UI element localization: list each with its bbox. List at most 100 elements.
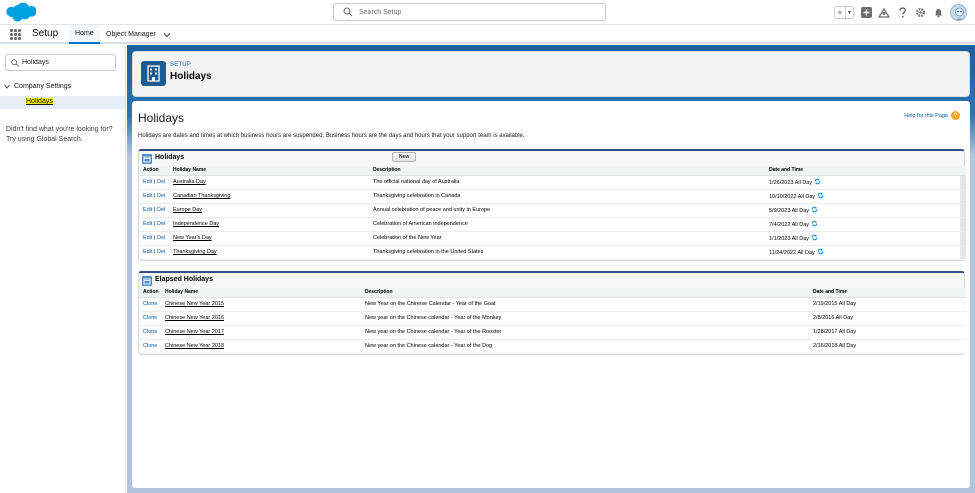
recurring-sync-icon (811, 206, 818, 213)
date-cell: 1/26/2023 All Day (765, 175, 960, 190)
avatar[interactable] (950, 4, 967, 21)
app-name: Setup (32, 28, 59, 39)
delete-link[interactable]: Del (157, 179, 165, 185)
holiday-name-link[interactable]: Chinese New Year 2016 (165, 315, 224, 321)
clone-link[interactable]: Clone (143, 329, 157, 335)
favorites-group[interactable]: ★ ▼ (834, 6, 854, 19)
date-text: 10/10/2022 All Day (769, 194, 816, 200)
chevron-down-icon[interactable]: ▼ (845, 7, 853, 18)
action-separator: | (154, 207, 156, 213)
star-icon[interactable]: ★ (835, 7, 845, 18)
elapsed-holidays-table: Action Holiday Name Description Date and… (139, 288, 966, 354)
tab-home[interactable]: Home (69, 25, 100, 44)
column-header: Holiday Name (161, 288, 361, 298)
action-separator: | (154, 249, 156, 255)
holiday-name-link[interactable]: Independence Day (173, 221, 219, 227)
edit-link[interactable]: Edit (143, 207, 152, 213)
search-icon (11, 59, 19, 67)
holiday-name-link[interactable]: Chinese New Year 2018 (165, 343, 224, 349)
holiday-name-cell: Thanksgiving Day (169, 245, 369, 260)
edit-link[interactable]: Edit (143, 179, 152, 185)
holiday-name-link[interactable]: Canadian Thanksgiving (173, 193, 230, 199)
description-cell: The official national day of Australia (369, 175, 765, 190)
help-for-page-link[interactable]: Help for this Page (904, 113, 948, 119)
edit-link[interactable]: Edit (143, 193, 152, 199)
date-cell: 1/28/2017 All Day (809, 325, 966, 340)
holidays-table: Action Holiday Name Description Date and… (139, 166, 966, 260)
trailhead-icon[interactable] (878, 7, 890, 19)
quick-find-box[interactable] (5, 54, 116, 71)
date-text: 11/24/2022 All Day (769, 250, 815, 256)
quick-find-input[interactable] (22, 57, 114, 68)
table-header-row: Action Holiday Name Description Date and… (139, 288, 966, 298)
scrollbar-cell[interactable] (960, 189, 966, 204)
salesforce-cloud-logo[interactable] (6, 2, 36, 22)
edit-link[interactable]: Edit (143, 221, 152, 227)
bell-icon[interactable] (932, 7, 944, 19)
delete-link[interactable]: Del (157, 207, 165, 213)
action-cell: Edit | Del (139, 217, 169, 232)
scrollbar-cell[interactable] (960, 203, 966, 218)
chevron-down-icon[interactable] (163, 32, 171, 38)
edit-link[interactable]: Edit (143, 235, 152, 241)
delete-link[interactable]: Del (157, 221, 165, 227)
help-icon[interactable]: ? (951, 111, 960, 120)
scrollbar-cell[interactable] (960, 217, 966, 232)
holidays-related-list: Holidays New Action Holiday Name Descrip… (138, 149, 966, 261)
description-cell: Annual celebration of peace and unity in… (369, 203, 765, 218)
holiday-name-cell: Australia Day (169, 175, 369, 190)
action-cell: Edit | Del (139, 231, 169, 246)
action-cell: Clone (139, 339, 161, 354)
table-header-row: Action Holiday Name Description Date and… (139, 166, 966, 176)
add-icon[interactable] (860, 7, 872, 19)
table-row: Edit | Del New Year's Day Celebration of t… (139, 231, 966, 246)
table-row: Edit | Del Independence Day Celebration of… (139, 217, 966, 232)
clone-link[interactable]: Clone (143, 301, 157, 307)
scrollbar-cell[interactable] (960, 175, 966, 190)
holiday-name-cell: Chinese New Year 2018 (161, 339, 361, 354)
holiday-name-link[interactable]: Chinese New Year 2015 (165, 301, 224, 307)
holiday-name-link[interactable]: New Year's Day (173, 235, 212, 241)
help-icon[interactable] (896, 7, 908, 19)
scrollbar-cell[interactable] (960, 231, 966, 246)
gear-icon[interactable] (914, 7, 926, 19)
calendar-icon (142, 276, 152, 286)
action-separator: | (154, 221, 156, 227)
app-launcher-icon[interactable] (10, 29, 21, 40)
description-cell: Thanksgiving celebration in the United S… (369, 245, 765, 260)
tree-item-holidays-link[interactable]: Holidays (26, 98, 53, 105)
delete-link[interactable]: Del (157, 235, 165, 241)
scrollbar-cell[interactable] (960, 245, 966, 260)
delete-link[interactable]: Del (157, 249, 165, 255)
action-cell: Edit | Del (139, 203, 169, 218)
related-list-header: Elapsed Holidays (139, 273, 964, 288)
column-header: Date and Time (809, 288, 966, 298)
delete-link[interactable]: Del (157, 193, 165, 199)
clone-link[interactable]: Clone (143, 343, 157, 349)
tab-object-manager[interactable]: Object Manager (100, 25, 177, 44)
tree-item-company-settings[interactable]: Company Settings (4, 83, 71, 90)
date-cell: 2/19/2015 All Day (809, 297, 966, 312)
holiday-name-cell: Chinese New Year 2015 (161, 297, 361, 312)
edit-link[interactable]: Edit (143, 249, 152, 255)
table-row: Edit | Del Canadian Thanksgiving Thanksgiv… (139, 189, 966, 204)
holiday-name-link[interactable]: Europe Day (173, 207, 202, 213)
description-cell: Celebration of American independence (369, 217, 765, 232)
context-bar: Setup Home Object Manager (0, 25, 975, 44)
new-holiday-button[interactable]: New (392, 152, 417, 162)
setup-search-input[interactable] (359, 6, 599, 18)
recurring-sync-icon (814, 178, 821, 185)
clone-link[interactable]: Clone (143, 315, 157, 321)
page-header-subtitle: SETUP (170, 62, 192, 68)
holiday-name-link[interactable]: Australia Day (173, 179, 206, 185)
column-header: Holiday Name (169, 166, 369, 176)
date-cell: 7/4/2022 All Day (765, 217, 960, 232)
building-icon (141, 61, 166, 86)
related-list-title: Holidays (155, 154, 185, 161)
holiday-name-link[interactable]: Thanksgiving Day (173, 249, 217, 255)
setup-search-box[interactable] (333, 3, 606, 21)
tree-item-holidays[interactable]: Holidays (0, 96, 125, 109)
holiday-name-link[interactable]: Chinese New Year 2017 (165, 329, 224, 335)
recurring-sync-icon (817, 248, 824, 255)
date-text: 7/4/2022 All Day (769, 222, 810, 228)
